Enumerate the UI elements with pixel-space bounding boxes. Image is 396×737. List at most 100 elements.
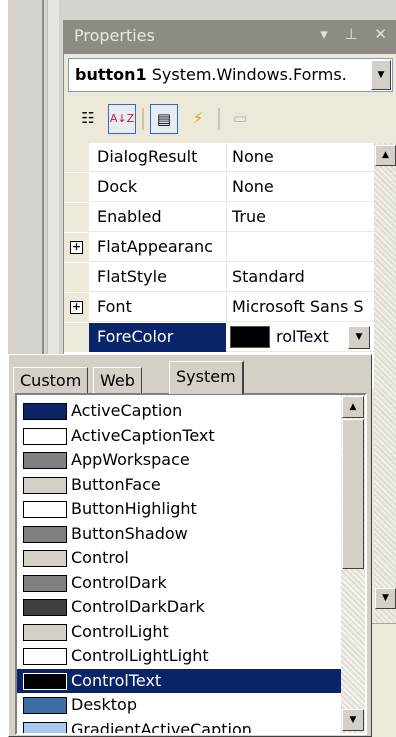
panel-window-controls[interactable]: ▾ ⊥ ✕ (320, 25, 393, 43)
color-swatch (23, 672, 67, 690)
property-grid: DialogResult None Dock None Enabled True… (64, 143, 374, 388)
color-name: ButtonFace (71, 474, 161, 494)
color-list-item[interactable]: ControlLight (17, 620, 341, 644)
color-list-item[interactable]: ControlDarkDark (17, 595, 341, 619)
system-color-list[interactable]: ActiveCaption ActiveCaptionText AppWorkspa… (15, 393, 367, 735)
color-list-item[interactable]: ControlDark (17, 571, 341, 595)
color-list-scrollbar[interactable]: ▲ ▼ (341, 395, 365, 733)
color-list-item[interactable]: ActiveCaptionText (17, 424, 341, 448)
color-name: Control (71, 548, 129, 567)
row-gutter (64, 263, 89, 292)
color-swatch (23, 525, 67, 543)
color-list-item[interactable]: Desktop (17, 693, 341, 717)
color-name: ControlLightLight (71, 646, 209, 665)
color-swatch (23, 574, 67, 592)
tab-system[interactable]: System (169, 361, 244, 394)
property-row[interactable]: Enabled True (64, 203, 374, 232)
property-name: FlatStyle (97, 267, 167, 286)
property-name: Font (97, 297, 132, 316)
property-row[interactable]: + Font Microsoft Sans S (64, 293, 374, 322)
property-name: Dock (97, 177, 138, 196)
color-picker-tabs: Custom Web System (9, 355, 371, 394)
column-divider (226, 233, 227, 262)
tab-web[interactable]: Web (93, 367, 142, 393)
property-value[interactable]: None (232, 147, 372, 166)
row-gutter (64, 323, 89, 352)
scroll-down-icon[interactable]: ▼ (342, 709, 364, 731)
row-gutter (64, 143, 89, 172)
property-name: Enabled (97, 207, 162, 226)
color-list-item[interactable]: ButtonFace (17, 473, 341, 497)
expand-icon[interactable]: + (70, 301, 83, 314)
events-icon[interactable]: ⚡ (184, 104, 212, 134)
property-name: ForeColor (97, 327, 174, 346)
tab-custom[interactable]: Custom (13, 367, 89, 393)
color-name: ButtonHighlight (71, 499, 197, 518)
color-name: AppWorkspace (71, 450, 190, 469)
color-name: Desktop (71, 695, 137, 714)
toolbar-separator (142, 108, 144, 130)
color-swatch (230, 326, 270, 348)
color-swatch (23, 697, 67, 714)
row-gutter (64, 173, 89, 202)
color-swatch (23, 452, 67, 469)
color-name: ActiveCaptionText (71, 425, 215, 445)
property-value[interactable]: Microsoft Sans S (232, 297, 372, 316)
property-grid-scrollbar[interactable]: ▲ ▼ (374, 143, 396, 623)
property-row[interactable]: + FlatAppearanc (64, 233, 374, 262)
column-divider (226, 143, 227, 172)
chevron-down-icon[interactable]: ▼ (348, 326, 370, 349)
property-pages-icon[interactable]: ▭ (226, 104, 254, 134)
chevron-down-icon[interactable]: ▼ (371, 60, 391, 90)
scroll-up-icon[interactable]: ▲ (375, 145, 396, 166)
object-selector[interactable]: button1 System.Windows.Forms. ▼ (68, 58, 393, 92)
property-row-selected[interactable]: ForeColor rolText ▼ (64, 323, 374, 352)
color-swatch (23, 501, 67, 518)
row-gutter (64, 203, 89, 232)
color-swatch (23, 476, 67, 494)
property-value[interactable]: True (232, 207, 372, 226)
color-list-item[interactable]: GradientActiveCaption (17, 718, 341, 735)
property-name: DialogResult (97, 147, 198, 166)
scroll-thumb[interactable] (342, 419, 364, 569)
color-name: ControlDark (71, 572, 167, 592)
property-row[interactable]: FlatStyle Standard (64, 263, 374, 292)
color-list-item[interactable]: Control (17, 546, 341, 570)
color-swatch (23, 427, 67, 445)
expand-icon[interactable]: + (70, 241, 83, 254)
object-selector-value: button1 System.Windows.Forms. (75, 65, 365, 84)
property-name: FlatAppearanc (97, 237, 213, 256)
color-list-item[interactable]: ButtonShadow (17, 522, 341, 546)
property-row[interactable]: Dock None (64, 173, 374, 202)
color-name: ControlDarkDark (71, 597, 205, 616)
column-divider (226, 173, 227, 202)
properties-icon[interactable]: ▤ (150, 104, 178, 134)
color-name: GradientActiveCaption (71, 719, 252, 735)
scroll-down-icon[interactable]: ▼ (375, 588, 396, 609)
property-value[interactable]: Standard (232, 267, 372, 286)
color-list-item[interactable]: ActiveCaption (17, 399, 341, 423)
color-list-item[interactable]: ControlLightLight (17, 644, 341, 668)
left-margin (0, 0, 8, 737)
color-list-item-selected[interactable]: ControlText (17, 668, 341, 693)
scroll-up-icon[interactable]: ▲ (342, 396, 364, 418)
categorized-icon[interactable]: ☷ (74, 104, 102, 134)
color-name: ButtonShadow (71, 523, 188, 543)
color-name: ControlLight (71, 621, 169, 641)
property-value[interactable]: rolText (276, 327, 346, 346)
column-divider (226, 203, 227, 232)
color-swatch (23, 623, 67, 641)
color-name: ControlText (71, 670, 162, 690)
toolbar-separator (218, 108, 220, 130)
property-value[interactable]: None (232, 177, 372, 196)
panel-title: Properties (74, 26, 155, 45)
color-swatch (23, 648, 67, 665)
color-swatch (23, 403, 67, 420)
column-divider (226, 263, 227, 292)
color-swatch (23, 721, 67, 733)
property-row[interactable]: DialogResult None (64, 143, 374, 172)
color-list-item[interactable]: AppWorkspace (17, 448, 341, 472)
color-list-item[interactable]: ButtonHighlight (17, 497, 341, 521)
properties-titlebar[interactable]: Properties ▾ ⊥ ✕ (64, 20, 396, 54)
alphabetical-icon[interactable]: A↓Z (108, 104, 136, 134)
